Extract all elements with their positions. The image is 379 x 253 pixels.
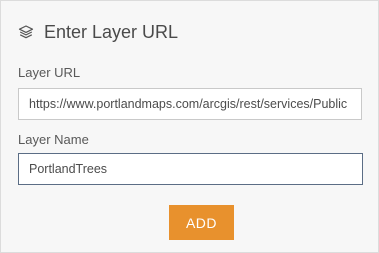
enter-layer-url-panel: Enter Layer URL Layer URL Layer Name ADD (0, 0, 379, 253)
layer-url-input[interactable] (18, 88, 362, 120)
layer-name-input[interactable] (18, 153, 363, 185)
add-button[interactable]: ADD (169, 205, 234, 240)
layer-name-label: Layer Name (18, 132, 89, 147)
panel-title: Enter Layer URL (44, 22, 179, 42)
layers-icon (17, 23, 35, 41)
layer-url-label: Layer URL (18, 65, 81, 80)
panel-header: Enter Layer URL (17, 19, 178, 45)
